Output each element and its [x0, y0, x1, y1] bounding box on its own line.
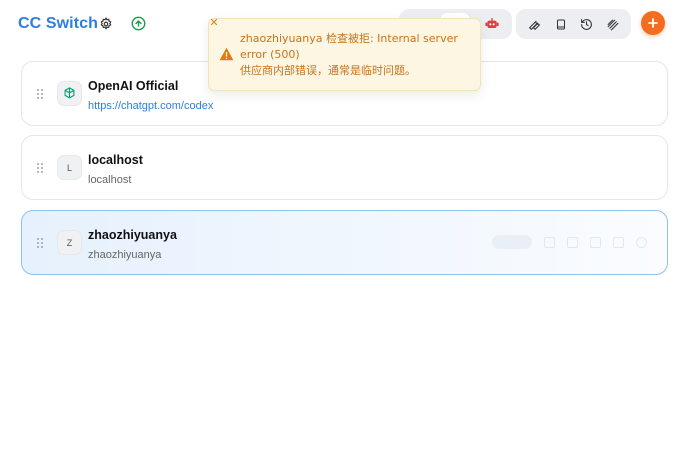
pencil-icon[interactable] — [590, 236, 601, 248]
book-icon[interactable] — [551, 14, 571, 34]
provider-card-active[interactable]: Z zhaozhiyuanya zhaozhiyuanya — [21, 210, 668, 275]
drag-handle-icon[interactable] — [36, 162, 44, 174]
chart-icon[interactable] — [613, 236, 624, 248]
gear-icon[interactable] — [98, 16, 114, 32]
provider-card[interactable]: L localhost localhost — [21, 135, 668, 200]
enable-button[interactable] — [492, 235, 532, 249]
arrow-up-circle-icon[interactable] — [130, 15, 146, 31]
provider-avatar: Z — [57, 230, 82, 255]
provider-name: OpenAI Official — [88, 79, 179, 93]
copy-icon[interactable] — [567, 236, 578, 248]
delete-icon[interactable] — [636, 236, 647, 248]
provider-url: zhaozhiyuanya — [88, 249, 162, 261]
warning-icon — [219, 47, 234, 61]
provider-url-link[interactable]: https://chatgpt.com/codex — [88, 100, 213, 112]
history-icon[interactable] — [576, 14, 596, 34]
wrench-icon[interactable] — [525, 14, 545, 34]
provider-name: zhaozhiyuanya — [88, 228, 177, 242]
edit-icon[interactable] — [544, 236, 555, 248]
provider-avatar: L — [57, 155, 82, 180]
toast-line-2: 供应商内部错误，通常是临时问题。 — [240, 64, 416, 77]
error-toast: ✕ zhaozhiyuanya 检查被拒: Internal server er… — [208, 16, 481, 91]
toast-line-1: zhaozhiyuanya 检查被拒: Internal server erro… — [240, 32, 458, 61]
openai-logo-icon — [57, 81, 82, 106]
layers-icon[interactable] — [602, 14, 622, 34]
provider-name: localhost — [88, 153, 143, 167]
gemini-icon[interactable] — [477, 13, 507, 35]
plus-icon — [648, 18, 658, 28]
app-title: CC Switch — [18, 15, 99, 32]
provider-url: localhost — [88, 174, 132, 186]
drag-handle-icon[interactable] — [36, 88, 44, 100]
toast-message: zhaozhiyuanya 检查被拒: Internal server erro… — [240, 31, 476, 79]
drag-handle-icon[interactable] — [36, 237, 44, 249]
provider-actions — [492, 235, 647, 249]
toolbar — [516, 9, 631, 39]
add-provider-button[interactable] — [641, 11, 665, 35]
close-icon[interactable]: ✕ — [208, 16, 220, 29]
